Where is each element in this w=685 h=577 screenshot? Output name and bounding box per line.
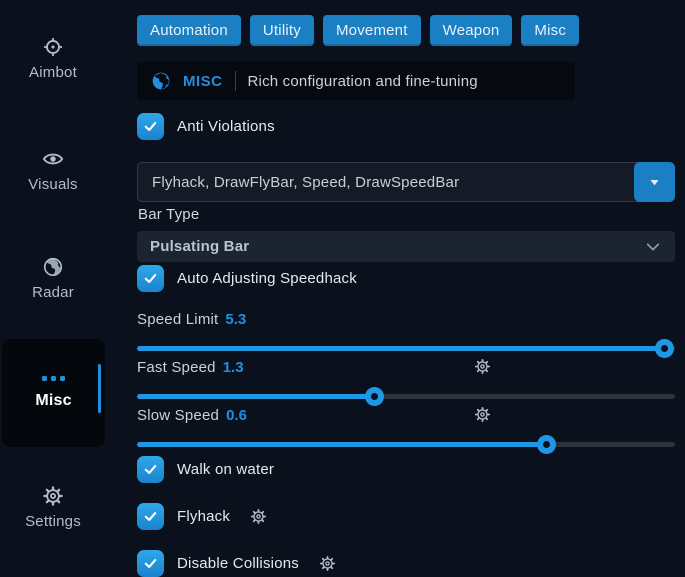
gear-icon[interactable] bbox=[250, 508, 267, 525]
gear-icon[interactable] bbox=[319, 555, 336, 572]
checkbox-label: Disable Collisions bbox=[177, 555, 299, 572]
select-value: Pulsating Bar bbox=[150, 238, 249, 255]
check-icon bbox=[143, 509, 158, 524]
globe-icon bbox=[151, 71, 171, 91]
slider-value: 1.3 bbox=[223, 359, 244, 376]
sidebar: Aimbot Visuals Radar Misc Settings bbox=[0, 0, 132, 563]
slider-label: Slow Speed bbox=[137, 407, 219, 424]
checkbox-label: Walk on water bbox=[177, 461, 274, 478]
tab-weapon[interactable]: Weapon bbox=[430, 15, 513, 46]
slider-label-row: Slow Speed 0.6 bbox=[137, 405, 675, 425]
slider-handle[interactable] bbox=[655, 339, 674, 358]
sidebar-item-misc[interactable]: Misc bbox=[2, 339, 105, 447]
sidebar-item-label: Settings bbox=[25, 513, 81, 530]
section-header: MISC Rich configuration and fine-tuning bbox=[137, 62, 575, 100]
sidebar-item-label: Misc bbox=[35, 392, 71, 410]
sidebar-item-aimbot[interactable]: Aimbot bbox=[0, 36, 106, 81]
disable-collisions-checkbox[interactable] bbox=[137, 550, 164, 577]
eye-icon bbox=[42, 148, 64, 170]
sidebar-item-label: Aimbot bbox=[29, 64, 77, 81]
slider-track[interactable] bbox=[137, 442, 675, 447]
slider-label-row: Speed Limit 5.3 bbox=[137, 309, 675, 329]
multiselect-value: Flyhack, DrawFlyBar, Speed, DrawSpeedBar bbox=[138, 174, 634, 191]
section-subtitle: Rich configuration and fine-tuning bbox=[248, 73, 478, 90]
slider-label: Speed Limit bbox=[137, 311, 218, 328]
sidebar-item-settings[interactable]: Settings bbox=[0, 485, 106, 530]
bar-type-label: Bar Type bbox=[138, 206, 199, 223]
crosshair-icon bbox=[42, 36, 64, 58]
globe-icon bbox=[42, 256, 64, 278]
dropdown-triangle-icon bbox=[647, 175, 662, 190]
disable-collisions-row: Disable Collisions bbox=[137, 550, 336, 577]
fast-speed-slider[interactable] bbox=[137, 387, 675, 406]
slider-label-row: Fast Speed 1.3 bbox=[137, 357, 675, 377]
bar-type-select[interactable]: Pulsating Bar bbox=[137, 231, 675, 262]
walk-on-water-checkbox[interactable] bbox=[137, 456, 164, 483]
auto-adjusting-row: Auto Adjusting Speedhack bbox=[137, 265, 357, 292]
content-panel: Automation Utility Movement Weapon Misc … bbox=[137, 0, 685, 563]
checkbox-label: Flyhack bbox=[177, 508, 230, 525]
slow-speed-slider[interactable] bbox=[137, 435, 675, 454]
fast-speed-group: Fast Speed 1.3 bbox=[137, 357, 675, 406]
slow-speed-group: Slow Speed 0.6 bbox=[137, 405, 675, 454]
gear-icon[interactable] bbox=[474, 358, 491, 375]
flyhack-checkbox[interactable] bbox=[137, 503, 164, 530]
slider-value: 0.6 bbox=[226, 407, 247, 424]
tab-bar: Automation Utility Movement Weapon Misc bbox=[137, 15, 579, 46]
tab-misc[interactable]: Misc bbox=[521, 15, 579, 46]
sidebar-item-visuals[interactable]: Visuals bbox=[0, 148, 106, 193]
slider-handle[interactable] bbox=[365, 387, 384, 406]
gear-icon[interactable] bbox=[474, 406, 491, 423]
auto-adjusting-checkbox[interactable] bbox=[137, 265, 164, 292]
checkbox-label: Auto Adjusting Speedhack bbox=[177, 270, 357, 287]
tab-utility[interactable]: Utility bbox=[250, 15, 314, 46]
gear-icon bbox=[42, 485, 64, 507]
flyhack-row: Flyhack bbox=[137, 503, 267, 530]
dots-icon bbox=[42, 376, 65, 381]
speed-limit-slider[interactable] bbox=[137, 339, 675, 358]
speed-limit-group: Speed Limit 5.3 bbox=[137, 309, 675, 358]
tab-movement[interactable]: Movement bbox=[323, 15, 421, 46]
slider-fill bbox=[137, 442, 546, 447]
slider-fill bbox=[137, 394, 374, 399]
sidebar-item-label: Radar bbox=[32, 284, 74, 301]
active-indicator bbox=[98, 364, 101, 413]
slider-fill bbox=[137, 346, 664, 351]
divider bbox=[235, 71, 236, 91]
slider-track[interactable] bbox=[137, 346, 675, 351]
check-icon bbox=[143, 462, 158, 477]
tab-automation[interactable]: Automation bbox=[137, 15, 241, 46]
check-icon bbox=[143, 119, 158, 134]
bar-multiselect[interactable]: Flyhack, DrawFlyBar, Speed, DrawSpeedBar bbox=[137, 162, 675, 202]
slider-handle[interactable] bbox=[537, 435, 556, 454]
anti-violations-checkbox[interactable] bbox=[137, 113, 164, 140]
sidebar-item-radar[interactable]: Radar bbox=[0, 256, 106, 301]
slider-value: 5.3 bbox=[225, 311, 246, 328]
slider-track[interactable] bbox=[137, 394, 675, 399]
checkbox-label: Anti Violations bbox=[177, 118, 275, 135]
multiselect-dropdown-button[interactable] bbox=[634, 162, 675, 202]
check-icon bbox=[143, 556, 158, 571]
check-icon bbox=[143, 271, 158, 286]
chevron-down-icon bbox=[644, 238, 662, 256]
anti-violations-row: Anti Violations bbox=[137, 113, 275, 140]
app-window: Aimbot Visuals Radar Misc Settings Autom… bbox=[0, 0, 685, 563]
sidebar-item-label: Visuals bbox=[28, 176, 77, 193]
slider-label: Fast Speed bbox=[137, 359, 216, 376]
section-title: MISC bbox=[183, 73, 223, 90]
walk-on-water-row: Walk on water bbox=[137, 456, 274, 483]
